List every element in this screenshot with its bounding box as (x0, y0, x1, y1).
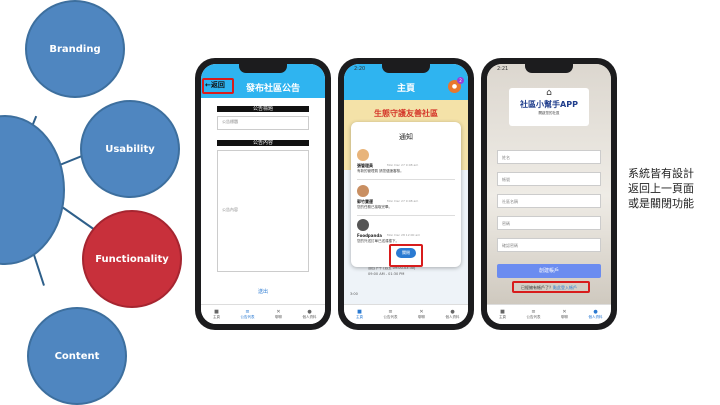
feed-time: 3:00 (350, 292, 358, 296)
branding-circle: Branding (25, 0, 125, 98)
phone-home-notifications: 2:20 主頁 ● 2 生態守護友善社區 週四下午 (週五 09:00-03:3… (338, 58, 474, 330)
feed-text: 09:00 AM - 01:30 PM (368, 272, 405, 276)
notice-message: 有新的管理員 請您儘速審核。 (357, 169, 404, 173)
confirm-password-field[interactable]: 確認密碼 (497, 238, 601, 252)
password-field[interactable]: 密碼 (497, 216, 601, 230)
caption-line: 返回上一頁面 (628, 182, 694, 195)
content-circle: Content (27, 307, 127, 405)
tab-label: 個人資料 (302, 315, 317, 319)
tab-label: 聊聊 (561, 315, 568, 319)
notification-badge: 2 (457, 77, 464, 84)
bell-icon: ● (451, 83, 458, 90)
tab-label: 公告列表 (240, 315, 255, 319)
caption-line: 或是關閉功能 (628, 197, 694, 210)
content-textarea[interactable]: 公告內容 (217, 150, 309, 272)
usability-label: Usability (105, 143, 155, 155)
tab-bar: ■ 主頁 ≡ 公告列表 ✕ 聊聊 ● 個人資料 (201, 304, 325, 324)
tab-bar: ■ 主頁 ≡ 公告列表 ✕ 聊聊 ● 個人資料 (344, 304, 468, 324)
house-icon: ⌂ (546, 88, 552, 98)
highlight-box (512, 281, 590, 293)
tab-label: 公告列表 (383, 315, 398, 319)
notice-message: 您的任務已接取完畢。 (357, 205, 392, 209)
notch (382, 64, 430, 73)
avatar (357, 185, 369, 197)
phone-post-announcement: ←返回 發布社區公告 公告標題 公告標題 公告內容 公告內容 送出 ■ 主頁 ≡ 公… (195, 58, 331, 330)
tab-home[interactable]: ■ 主頁 (201, 305, 232, 324)
phone-screen: 2:21 ⌂ 社區小幫手APP 開啟您的社區 姓名 帳號 社區名稱 密碼 確認密… (487, 64, 611, 324)
tab-announcements[interactable]: ≡ 公告列表 (375, 305, 406, 324)
content-placeholder: 公告內容 (222, 207, 238, 212)
tab-label: 主頁 (213, 315, 220, 319)
notice-time: Mon Dec 28 12:00 am (387, 233, 421, 237)
notification-item[interactable]: 張管理員 Mon Dec 27 9:08 am 有新的管理員 請您儘速審核。 (357, 146, 455, 180)
tab-profile[interactable]: ● 個人資料 (294, 305, 325, 324)
tab-label: 主頁 (499, 315, 506, 319)
submit-button[interactable]: 送出 (201, 288, 325, 295)
community-field[interactable]: 社區名稱 (497, 194, 601, 208)
tab-chat[interactable]: ✕ 聊聊 (406, 305, 437, 324)
tab-label: 個人資料 (445, 315, 460, 319)
highlight-box (202, 78, 234, 94)
dialog-title: 通知 (399, 133, 413, 141)
notice-name: Foodpanda (357, 233, 382, 238)
title-input[interactable]: 公告標題 (217, 116, 309, 130)
status-time: 2:20 (354, 66, 366, 72)
name-field[interactable]: 姓名 (497, 150, 601, 164)
app-name: 社區小幫手APP (520, 100, 578, 109)
side-caption: 系統皆有設計 返回上一頁面 或是關閉功能 (628, 166, 694, 211)
tab-profile[interactable]: ● 個人資料 (580, 305, 611, 324)
tab-chat[interactable]: ✕ 聊聊 (263, 305, 294, 324)
caption-line: 系統皆有設計 (628, 167, 694, 180)
banner-text: 生態守護友善社區 (374, 109, 438, 118)
app-logo-card: ⌂ 社區小幫手APP 開啟您的社區 (509, 88, 589, 126)
tab-bar: ■ 主頁 ≡ 公告列表 ✕ 聊聊 ● 個人資料 (487, 304, 611, 324)
avatar (357, 219, 369, 231)
register-button[interactable]: 創建帳戶 (497, 264, 601, 278)
tab-label: 公告列表 (526, 315, 541, 319)
tab-chat[interactable]: ✕ 聊聊 (549, 305, 580, 324)
functionality-label: Functionality (95, 253, 169, 265)
title-section-label: 公告標題 (217, 106, 309, 112)
status-time: 2:21 (497, 66, 509, 72)
content-section-label: 公告內容 (217, 140, 309, 146)
notice-time: Mon Dec 27 9:08 am (387, 163, 419, 167)
notch (239, 64, 287, 73)
highlight-box (389, 244, 423, 267)
slide: Branding Usability Functionality Content… (0, 0, 720, 405)
tab-home[interactable]: ■ 主頁 (344, 305, 375, 324)
tab-label: 聊聊 (418, 315, 425, 319)
notch (525, 64, 573, 73)
tab-label: 個人資料 (588, 315, 603, 319)
content-label: Content (54, 350, 100, 362)
tab-announcements[interactable]: ≡ 公告列表 (518, 305, 549, 324)
notice-time: Mon Dec 27 9:08 am (387, 199, 419, 203)
tab-home[interactable]: ■ 主頁 (487, 305, 518, 324)
hub-circle (0, 115, 65, 265)
functionality-circle: Functionality (82, 210, 182, 308)
tab-profile[interactable]: ● 個人資料 (437, 305, 468, 324)
notification-button[interactable]: ● 2 (448, 77, 464, 93)
page-title: 發布社區公告 (245, 84, 300, 94)
avatar (357, 149, 369, 161)
app-subtitle: 開啟您的社區 (538, 111, 560, 115)
branding-label: Branding (49, 43, 101, 55)
notification-item[interactable]: 郭竹寶運 Mon Dec 27 9:08 am 您的任務已接取完畢。 (357, 182, 455, 216)
account-field[interactable]: 帳號 (497, 172, 601, 186)
usability-circle: Usability (80, 100, 180, 198)
phone-register: 2:21 ⌂ 社區小幫手APP 開啟您的社區 姓名 帳號 社區名稱 密碼 確認密… (481, 58, 617, 330)
phone-screen: ←返回 發布社區公告 公告標題 公告標題 公告內容 公告內容 送出 ■ 主頁 ≡ 公… (201, 64, 325, 324)
tab-label: 聊聊 (275, 315, 282, 319)
phone-screen: 2:20 主頁 ● 2 生態守護友善社區 週四下午 (週五 09:00-03:3… (344, 64, 468, 324)
tab-announcements[interactable]: ≡ 公告列表 (232, 305, 263, 324)
tab-label: 主頁 (356, 315, 363, 319)
